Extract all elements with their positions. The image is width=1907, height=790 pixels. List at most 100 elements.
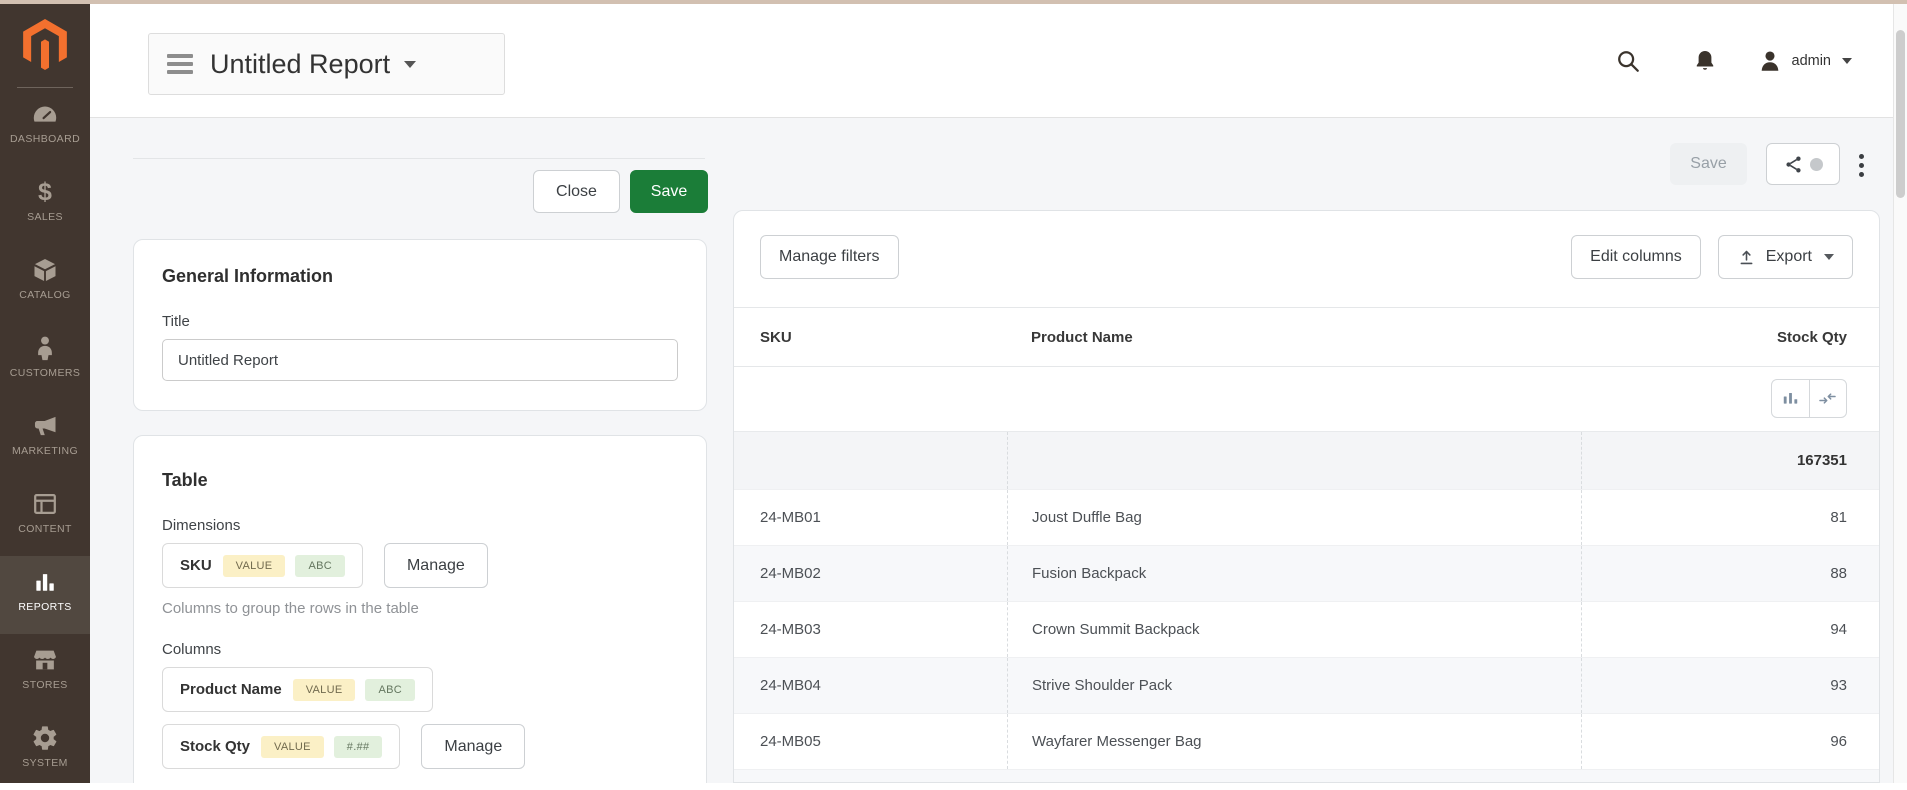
cell-product-name: Wayfarer Messenger Bag [1007,714,1581,769]
export-button[interactable]: Export [1717,235,1853,279]
chip-badge: ABC [295,554,345,577]
dimensions-row: SKU VALUE ABC Manage [162,543,678,588]
share-button[interactable] [1766,143,1840,185]
sidebar-item-label: CUSTOMERS [9,367,81,379]
chip-badge: #.## [333,735,383,758]
account-menu[interactable]: admin [1757,48,1852,74]
vertical-scrollbar[interactable] [1893,4,1907,783]
title-field-label: Title [162,313,190,330]
collapse-columns-icon[interactable] [1808,380,1847,417]
page-content: Close Save Save General Information Titl… [90,118,1893,783]
kebab-menu-icon[interactable] [1853,148,1869,182]
share-status-dot [1810,157,1823,171]
cell-product-name: Joust Duffle Bag [1007,490,1581,545]
cell-stock-qty: 81 [1581,490,1879,545]
chip-badges: VALUE ABC [292,678,415,701]
report-title-input[interactable] [162,339,678,381]
sidebar-item-catalog[interactable]: CATALOG [0,244,90,322]
sidebar-item-reports[interactable]: REPORTS [0,556,90,634]
sidebar: DASHBOARD $ SALES CATALOG CUSTOMERS MARKETING… [0,0,90,783]
dashboard-icon [30,99,60,129]
sidebar-item-stores[interactable]: STORES [0,634,90,712]
sidebar-item-dashboard[interactable]: DASHBOARD [0,88,90,166]
dimensions-label: Dimensions [162,517,241,534]
save-button[interactable]: Save [630,170,708,213]
table-panel-heading: Table [162,470,208,490]
hamburger-icon[interactable] [167,54,193,74]
sidebar-item-content[interactable]: CONTENT [0,478,90,556]
notifications-bell-icon[interactable] [1692,48,1718,74]
cell-sku: 24-MB05 [760,733,821,750]
cell-product-name: Crown Summit Backpack [1007,602,1581,657]
magento-logo-icon [23,18,67,70]
cell-stock-qty: 96 [1581,714,1879,769]
system-icon [30,723,60,753]
chip-badge: VALUE [292,678,356,701]
chevron-down-icon [404,60,417,68]
sidebar-item-label: STORES [22,679,68,691]
view-toggle-group [1771,379,1847,418]
columns-label: Columns [162,641,222,658]
table-row: 24-MB03 Crown Summit Backpack 94 [734,601,1879,657]
sidebar-item-label: MARKETING [11,445,79,457]
column-header-sku[interactable]: SKU [734,329,1007,346]
scrollbar-thumb[interactable] [1896,30,1905,198]
page-title: Untitled Report [210,48,391,79]
chip-name: Stock Qty [180,738,251,755]
sidebar-item-sales[interactable]: $ SALES [0,166,90,244]
search-icon[interactable] [1615,48,1641,74]
chevron-down-icon [1842,57,1852,64]
dimensions-manage-button[interactable]: Manage [383,543,488,588]
cell-sku: 24-MB02 [760,565,821,582]
cell-sku: 24-MB03 [760,621,821,638]
dimension-chip-sku[interactable]: SKU VALUE ABC [162,543,363,588]
table-row: 24-MB05 Wayfarer Messenger Bag 96 [734,713,1879,769]
edit-columns-button[interactable]: Edit columns [1571,235,1701,279]
table-row: 24-MB01 Joust Duffle Bag 81 [734,489,1879,545]
cell-stock-qty: 93 [1581,658,1879,713]
grid-toolbar-right: Edit columns Export [1571,235,1853,279]
marketing-icon [30,411,60,441]
sidebar-item-label: CATALOG [19,289,71,301]
sidebar-item-customers[interactable]: CUSTOMERS [0,322,90,400]
sales-icon: $ [38,177,52,206]
table-row: 24-MB02 Fusion Backpack 88 [734,545,1879,601]
close-button[interactable]: Close [533,170,620,213]
header-bar: Untitled Report admin [90,4,1893,118]
stores-icon [30,645,60,675]
grid-toolbar: Manage filters Edit columns Export [734,211,1879,307]
divider [133,158,705,159]
customers-icon [30,333,60,363]
export-upload-icon [1740,250,1753,264]
sidebar-item-label: SALES [27,211,63,223]
column-chip-stock-qty[interactable]: Stock Qty VALUE #.## [162,724,401,769]
catalog-icon [30,255,60,285]
column-chip-product-name[interactable]: Product Name VALUE ABC [162,667,433,712]
table-row: 24-MB04 Strive Shoulder Pack 93 [734,657,1879,713]
columns-manage-button[interactable]: Manage [421,724,526,769]
report-title-dropdown[interactable]: Untitled Report [148,33,505,95]
sidebar-item-label: DASHBOARD [9,133,81,145]
column-header-stock-qty[interactable]: Stock Qty [1581,308,1879,366]
grid-total-value: 167351 [1581,432,1879,489]
share-icon [1786,156,1801,172]
magento-logo[interactable] [0,0,90,88]
column-header-product-name[interactable]: Product Name [1007,308,1581,366]
sidebar-item-marketing[interactable]: MARKETING [0,400,90,478]
content-icon [30,489,60,519]
grid-totals-row: 167351 [734,431,1879,489]
general-information-panel: General Information Title [133,239,707,411]
cell-stock-qty: 94 [1581,602,1879,657]
manage-filters-button[interactable]: Manage filters [760,235,899,279]
sidebar-menu: DASHBOARD $ SALES CATALOG CUSTOMERS MARKETING… [0,88,90,790]
chip-name: Product Name [180,681,282,698]
page-save-button-disabled[interactable]: Save [1670,143,1747,185]
export-label: Export [1765,248,1812,265]
sidebar-item-label: REPORTS [18,601,72,613]
chip-badge: VALUE [222,554,286,577]
chip-badges: VALUE #.## [261,735,383,758]
chart-view-icon[interactable] [1772,380,1809,417]
general-information-heading: General Information [162,266,334,286]
sidebar-item-system[interactable]: SYSTEM [0,712,90,790]
reports-icon [30,567,60,597]
